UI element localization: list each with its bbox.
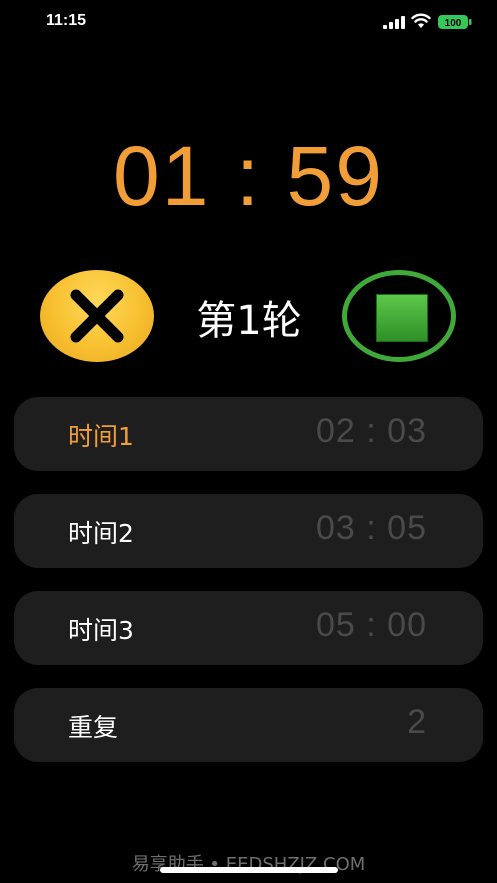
setting-label: 时间1 xyxy=(68,422,134,451)
cancel-button[interactable] xyxy=(40,270,154,362)
battery-level: 100 xyxy=(445,18,462,29)
setting-value: 02 : 03 xyxy=(316,412,427,450)
setting-value: 05 : 00 xyxy=(316,606,427,644)
close-icon xyxy=(70,289,124,343)
setting-label: 时间2 xyxy=(68,519,134,548)
setting-value: 03 : 05 xyxy=(316,509,427,547)
setting-label: 时间3 xyxy=(68,616,134,645)
stop-button[interactable] xyxy=(342,270,456,362)
setting-label: 重复 xyxy=(68,713,119,742)
home-indicator[interactable] xyxy=(160,867,338,873)
setting-row-time-3[interactable]: 时间3 05 : 00 xyxy=(14,591,483,665)
wifi-icon xyxy=(411,13,431,28)
battery-icon: 100 xyxy=(438,15,472,29)
countdown-timer: 01 : 59 xyxy=(113,129,384,223)
status-time: 11:15 xyxy=(46,12,87,29)
cellular-signal-icon xyxy=(383,16,405,29)
round-label: 第1轮 xyxy=(196,298,302,344)
setting-row-time-1[interactable]: 时间1 02 : 03 xyxy=(14,397,483,471)
setting-row-time-2[interactable]: 时间2 03 : 05 xyxy=(14,494,483,568)
setting-row-repeat[interactable]: 重复 2 xyxy=(14,688,483,762)
stop-square-icon xyxy=(376,294,428,342)
status-bar: 11:15 100 xyxy=(0,0,497,44)
setting-value: 2 xyxy=(407,703,427,741)
